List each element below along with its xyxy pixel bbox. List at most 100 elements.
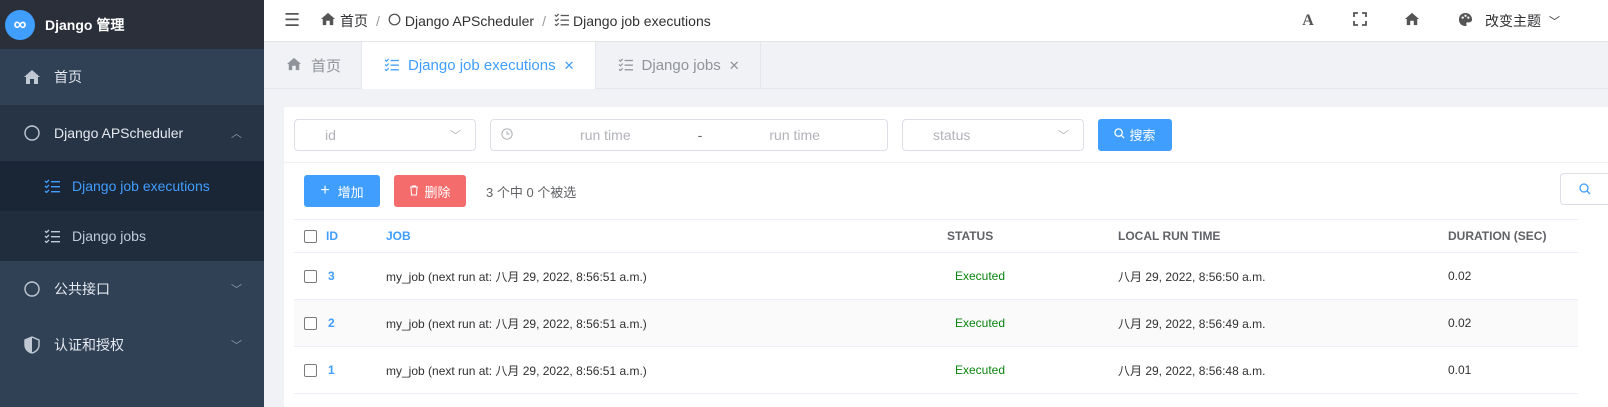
table-search-button[interactable] [1560, 173, 1608, 205]
tab-home[interactable]: 首页 [264, 42, 363, 89]
list-check-icon [618, 58, 633, 74]
tab-job-executions[interactable]: Django job executions ✕ [362, 42, 596, 89]
row-id-link[interactable]: 1 [328, 363, 335, 377]
sidebar-group-label: Django APScheduler [54, 125, 184, 141]
row-checkbox[interactable] [304, 364, 317, 378]
breadcrumb: 首页 / Django APScheduler / Django job exe… [320, 11, 711, 31]
clock-icon [501, 127, 513, 143]
circle-icon [22, 281, 42, 297]
home-icon [320, 12, 336, 29]
table-header-row: ID JOB STATUS LOCAL RUN TIME DURATION (S… [294, 219, 1578, 253]
topbar-tools: A 改变主题 ﹀ [1282, 0, 1608, 42]
sidebar-item-label: Django jobs [72, 228, 146, 244]
status-filter-select[interactable]: status ﹀ [902, 118, 1084, 151]
search-button-label: 搜索 [1129, 128, 1156, 143]
close-icon[interactable]: ✕ [564, 58, 575, 74]
palette-icon [1458, 12, 1473, 30]
sidebar-group-label: 公共接口 [54, 281, 110, 297]
breadcrumb-current: Django job executions [572, 12, 711, 29]
id-filter-select[interactable]: id ﹀ [294, 118, 476, 151]
column-header-job[interactable]: JOB [386, 219, 947, 253]
add-button[interactable]: + 增加 [304, 175, 380, 207]
table-row: 2 my_job (next run at: 八月 29, 2022, 8:56… [294, 299, 1578, 347]
breadcrumb-home[interactable]: 首页 [340, 11, 368, 31]
status-text: Executed [955, 363, 1006, 377]
select-all-checkbox-cell [294, 219, 326, 253]
sidebar-group-public-api[interactable]: 公共接口 ﹀ [0, 261, 264, 317]
hamburger-icon[interactable]: ☰ [284, 10, 306, 31]
run-time-end-input[interactable]: run time [702, 127, 887, 143]
cell-duration: 0.02 [1448, 299, 1578, 347]
row-checkbox[interactable] [304, 317, 317, 331]
cell-id: 3 [326, 252, 386, 300]
run-time-range[interactable]: run time - run time [490, 118, 888, 151]
sidebar-group-auth[interactable]: 认证和授权 ﹀ [0, 317, 264, 373]
tab-bar: 首页 Django job executions ✕ Django jobs ✕ [264, 42, 1608, 89]
column-header-duration[interactable]: DURATION (SEC) [1448, 219, 1578, 253]
row-checkbox-cell [294, 299, 326, 347]
fullscreen-icon[interactable] [1334, 11, 1386, 31]
sidebar-item-home[interactable]: 首页 [0, 49, 264, 105]
select-all-checkbox[interactable] [304, 230, 317, 244]
chevron-down-icon: ﹀ [450, 129, 461, 142]
breadcrumb-separator: / [542, 12, 546, 29]
sidebar-item-job-executions[interactable]: Django job executions [0, 161, 264, 211]
row-checkbox[interactable] [304, 270, 317, 284]
row-id-link[interactable]: 3 [328, 269, 335, 283]
search-button[interactable]: 搜索 [1098, 118, 1172, 151]
close-icon[interactable]: ✕ [729, 58, 740, 74]
circle-icon [388, 13, 401, 29]
plus-icon: + [320, 182, 330, 199]
cell-job: my_job (next run at: 八月 29, 2022, 8:56:5… [386, 346, 947, 394]
logo[interactable]: ∞ Django 管理 [0, 0, 264, 49]
cell-duration: 0.02 [1448, 252, 1578, 300]
sidebar-item-label: Django job executions [72, 178, 210, 194]
status-filter-placeholder: status [933, 126, 971, 143]
chevron-down-icon: ﹀ [231, 284, 242, 296]
row-checkbox-cell [294, 346, 326, 394]
selection-counter: 3 个中 0 个被选 [486, 184, 577, 200]
changelist-panel: id ﹀ run time - run time status ﹀ 搜索 + 增… [284, 107, 1608, 407]
theme-label: 改变主题 [1485, 13, 1541, 29]
search-icon [1578, 183, 1590, 195]
search-icon [1114, 127, 1126, 142]
topbar: ☰ 首页 / Django APScheduler / Django job e… [264, 0, 1608, 42]
shield-icon [22, 336, 42, 354]
cell-id: 1 [326, 346, 386, 394]
cell-status: Executed [947, 346, 1118, 394]
chevron-down-icon: ﹀ [231, 340, 242, 352]
theme-dropdown[interactable]: 改变主题 ﹀ [1458, 11, 1560, 31]
sidebar-group-apscheduler[interactable]: Django APScheduler ︿ [0, 105, 264, 161]
column-header-id[interactable]: ID [326, 219, 386, 253]
table-row: 3 my_job (next run at: 八月 29, 2022, 8:56… [294, 252, 1578, 300]
cell-status: Executed [947, 299, 1118, 347]
list-check-icon [554, 13, 569, 29]
id-filter-placeholder: id [325, 126, 336, 143]
home-icon [286, 57, 302, 74]
cell-duration: 0.01 [1448, 346, 1578, 394]
delete-button[interactable]: 删除 [394, 175, 466, 207]
circle-icon [22, 125, 42, 141]
chevron-up-icon: ︿ [231, 128, 242, 140]
tab-jobs[interactable]: Django jobs ✕ [596, 42, 761, 89]
column-header-status[interactable]: STATUS [947, 219, 1118, 253]
cell-status: Executed [947, 252, 1118, 300]
tab-label: Django jobs [641, 57, 721, 74]
sidebar-item-jobs[interactable]: Django jobs [0, 211, 264, 261]
font-size-icon[interactable]: A [1282, 12, 1334, 30]
column-header-local-run-time[interactable]: LOCAL RUN TIME [1118, 219, 1448, 253]
status-text: Executed [955, 269, 1006, 283]
filter-bar: id ﹀ run time - run time status ﹀ 搜索 [284, 107, 1608, 163]
cell-id: 2 [326, 299, 386, 347]
action-bar: + 增加 删除 3 个中 0 个被选 [284, 163, 1608, 219]
table-row: 1 my_job (next run at: 八月 29, 2022, 8:56… [294, 346, 1578, 394]
app-title: Django 管理 [45, 16, 125, 33]
cell-local-run-time: 八月 29, 2022, 8:56:50 a.m. [1118, 252, 1448, 300]
home-icon[interactable] [1386, 12, 1438, 31]
add-button-label: 增加 [337, 184, 364, 200]
row-id-link[interactable]: 2 [328, 316, 335, 330]
sidebar-item-label: 首页 [54, 69, 82, 85]
home-icon [22, 69, 42, 85]
breadcrumb-group[interactable]: Django APScheduler [405, 13, 534, 29]
run-time-start-input[interactable]: run time [513, 127, 698, 143]
